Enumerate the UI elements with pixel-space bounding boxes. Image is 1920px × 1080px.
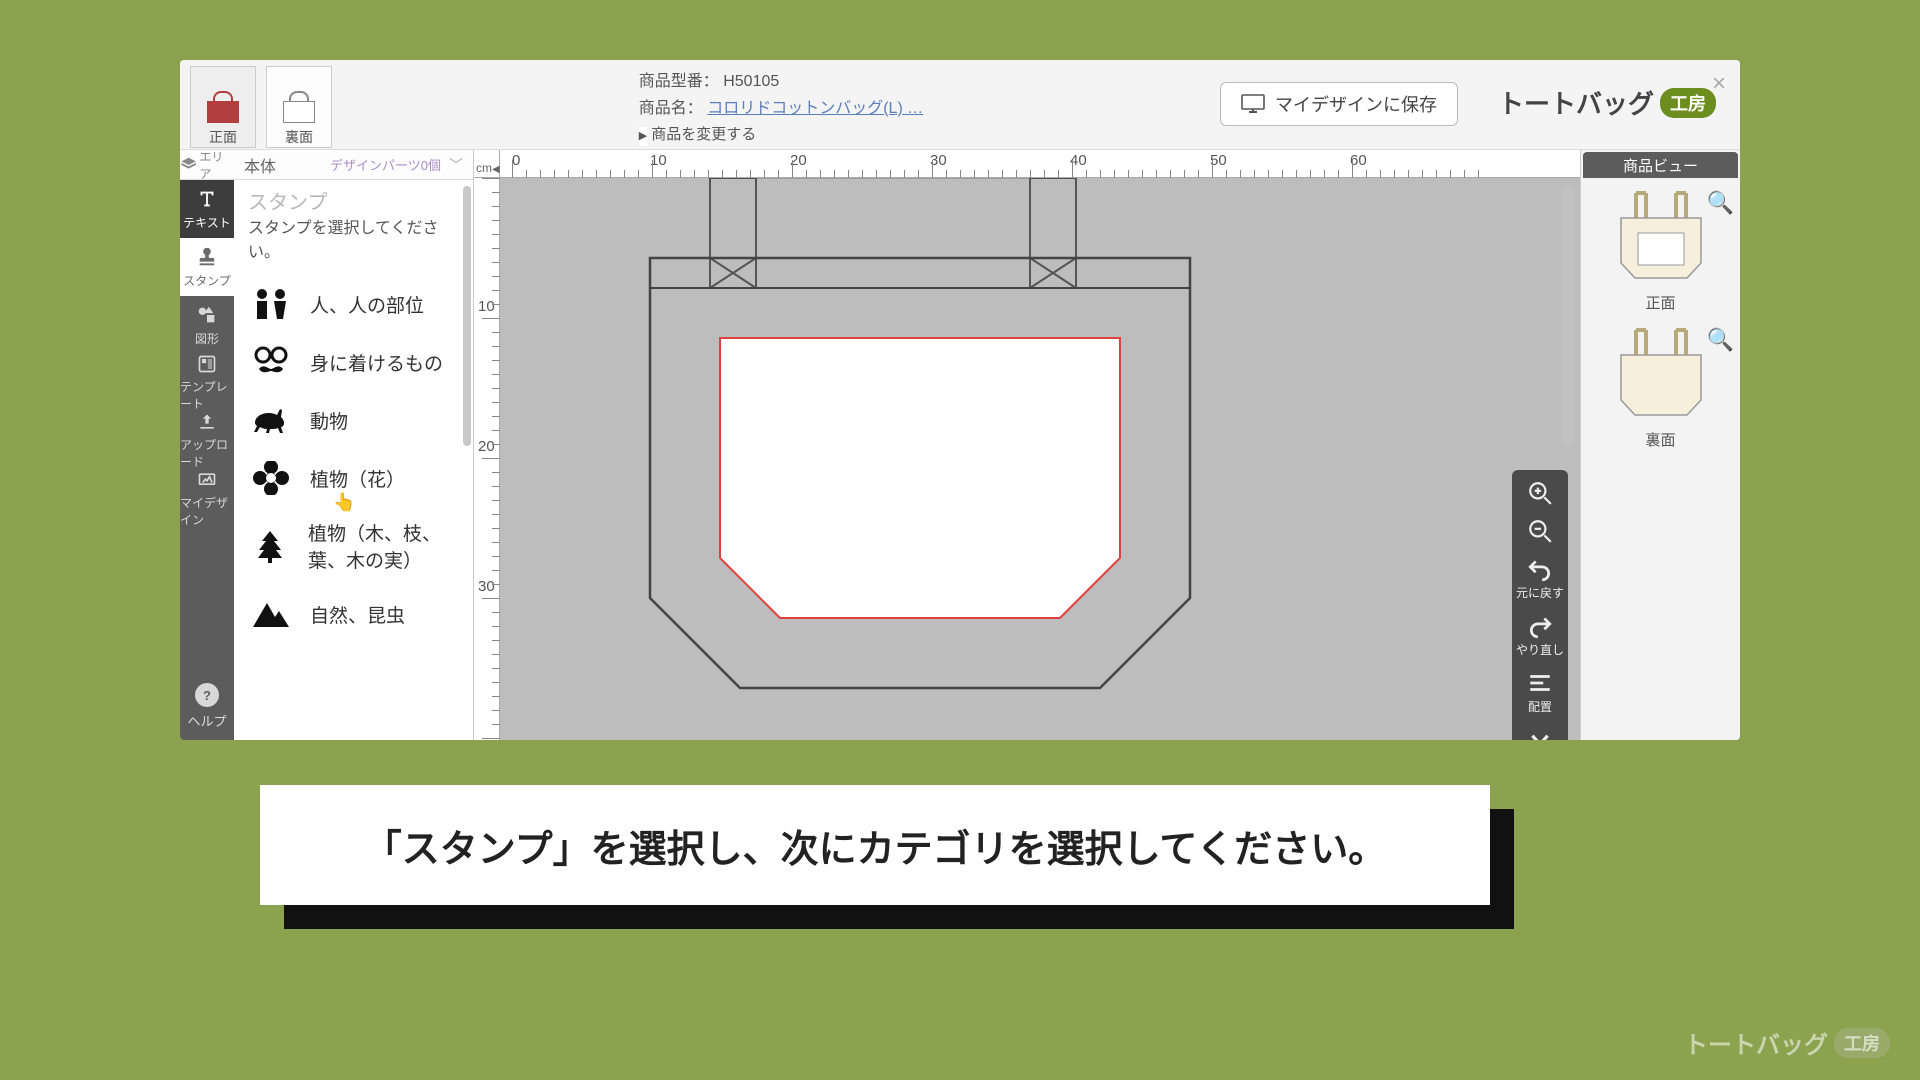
- close-icon[interactable]: ×: [1712, 70, 1726, 98]
- bag-thumb-front: [1606, 188, 1716, 288]
- magnify-icon[interactable]: 🔍: [1707, 190, 1734, 216]
- face-tabs: 正面 裏面: [180, 60, 342, 148]
- flower-icon: [250, 461, 292, 495]
- stamp-cat-animal[interactable]: 動物: [234, 391, 473, 449]
- pv-front-label: 正面: [1589, 292, 1732, 313]
- tab-front[interactable]: 正面: [190, 66, 256, 148]
- stamp-panel-title: スタンプ: [234, 180, 473, 217]
- bag-outline: [580, 178, 1260, 718]
- tool-help[interactable]: ? ヘルプ: [180, 683, 234, 730]
- template-icon: [196, 354, 218, 374]
- brand-logo: トートバッグ 工房: [1498, 84, 1716, 121]
- save-button-label: マイデザインに保存: [1275, 91, 1437, 117]
- product-view-title: 商品ビュー: [1583, 152, 1738, 178]
- brand-watermark: トートバッグ 工房: [1684, 1025, 1890, 1060]
- chevron-down-icon: ﹀: [449, 155, 463, 175]
- product-view-front[interactable]: 🔍 正面: [1581, 180, 1740, 317]
- stamp-cat-nature[interactable]: 自然、昆虫: [234, 585, 473, 643]
- mountain-icon: [250, 597, 292, 631]
- stamp-cat-flower[interactable]: 植物（花）: [234, 449, 473, 507]
- tool-mydesign[interactable]: マイデザイン: [180, 470, 234, 528]
- magnify-icon[interactable]: 🔍: [1707, 327, 1734, 353]
- change-product-link[interactable]: 商品を変更する: [639, 122, 923, 148]
- ruler-horizontal: 0 10 20 30 40 50 60: [500, 150, 1580, 178]
- stamp-cat-wear[interactable]: 身に着けるもの: [234, 333, 473, 391]
- bag-thumb-back: [1606, 325, 1716, 425]
- stamp-category-list: 人、人の部位 身に着けるもの 動物 植物（花） 植物（木、枝、葉、木の実）: [234, 275, 473, 740]
- tool-column: エリア テキスト スタンプ 図形 テンプレート アップロード: [180, 150, 234, 740]
- tool-text[interactable]: テキスト: [180, 180, 234, 238]
- product-code: H50105: [723, 73, 779, 90]
- ruler-vertical: 10 20 30: [474, 178, 500, 740]
- monitor-icon: [1241, 94, 1265, 114]
- zoom-out-button[interactable]: [1512, 514, 1568, 548]
- stamp-cat-people[interactable]: 人、人の部位: [234, 275, 473, 333]
- product-view-panel: 商品ビュー 🔍 正面 🔍 裏面: [1580, 150, 1740, 740]
- chevron-down-icon: [1527, 727, 1553, 740]
- save-mydesign-button[interactable]: マイデザインに保存: [1220, 82, 1458, 126]
- tab-front-label: 正面: [209, 127, 237, 147]
- tree-icon: [250, 529, 290, 563]
- redo-icon: [1527, 613, 1553, 639]
- stamp-panel: 本体 デザインパーツ0個 ﹀ スタンプ スタンプを選択してください。 人、人の部…: [234, 150, 474, 740]
- canvas-palette: 元に戻す やり直し 配置: [1512, 470, 1568, 740]
- help-icon: ?: [195, 683, 219, 707]
- header: × 正面 裏面 商品型番： H50105 商品名： コロリドコットンバッグ(L)…: [180, 60, 1740, 150]
- brand-pill: 工房: [1660, 88, 1716, 118]
- canvas[interactable]: cm◀ 0 10 20 30 40 50 60 10 20 30: [474, 150, 1580, 740]
- product-code-label: 商品型番：: [639, 73, 719, 90]
- tool-upload[interactable]: アップロード: [180, 412, 234, 470]
- tool-shape[interactable]: 図形: [180, 296, 234, 354]
- zoom-in-button[interactable]: [1512, 476, 1568, 510]
- glasses-mustache-icon: [250, 345, 292, 379]
- app-window: × 正面 裏面 商品型番： H50105 商品名： コロリドコットンバッグ(L)…: [180, 60, 1740, 740]
- tool-stamp[interactable]: スタンプ: [180, 238, 234, 296]
- people-icon: [250, 287, 292, 321]
- redo-button[interactable]: やり直し: [1512, 609, 1568, 662]
- canvas-scrollbar[interactable]: [1562, 186, 1574, 446]
- upload-icon: [196, 412, 218, 432]
- undo-button[interactable]: 元に戻す: [1512, 552, 1568, 605]
- zoom-in-icon: [1527, 480, 1553, 506]
- stamp-icon: [196, 246, 218, 268]
- tool-template[interactable]: テンプレート: [180, 354, 234, 412]
- cat-icon: [250, 403, 292, 437]
- caption-block: 「スタンプ」を選択し、次にカテゴリを選択してください。: [260, 785, 1490, 905]
- layers-icon: [180, 156, 197, 174]
- product-info: 商品型番： H50105 商品名： コロリドコットンバッグ(L) … 商品を変更…: [639, 60, 923, 148]
- stamp-scrollbar[interactable]: [463, 186, 471, 446]
- stamp-panel-top[interactable]: 本体 デザインパーツ0個 ﹀: [234, 150, 473, 180]
- pv-back-label: 裏面: [1589, 429, 1732, 450]
- tab-back-label: 裏面: [285, 127, 313, 147]
- palette-expand-button[interactable]: [1512, 723, 1568, 740]
- stamp-top-label: 本体: [244, 153, 276, 177]
- undo-icon: [1527, 556, 1553, 582]
- shapes-icon: [196, 304, 218, 326]
- text-icon: [196, 188, 218, 210]
- tab-back[interactable]: 裏面: [266, 66, 332, 148]
- body: エリア テキスト スタンプ 図形 テンプレート アップロード: [180, 150, 1740, 740]
- product-name-link[interactable]: コロリドコットンバッグ(L) …: [707, 100, 923, 117]
- stamp-panel-subtitle: スタンプを選択してください。: [234, 217, 473, 275]
- align-button[interactable]: 配置: [1512, 666, 1568, 719]
- zoom-out-icon: [1527, 518, 1553, 544]
- ruler-unit: cm◀: [474, 150, 500, 178]
- product-view-back[interactable]: 🔍 裏面: [1581, 317, 1740, 454]
- design-parts-count: デザインパーツ0個: [330, 155, 441, 174]
- align-icon: [1527, 670, 1553, 696]
- area-cap[interactable]: エリア: [180, 150, 234, 180]
- caption-text: 「スタンプ」を選択し、次にカテゴリを選択してください。: [260, 785, 1490, 905]
- stage[interactable]: [500, 178, 1580, 740]
- stamp-cat-tree[interactable]: 植物（木、枝、葉、木の実）: [234, 507, 473, 585]
- product-name-label: 商品名：: [639, 100, 703, 117]
- mydesign-icon: [196, 470, 218, 490]
